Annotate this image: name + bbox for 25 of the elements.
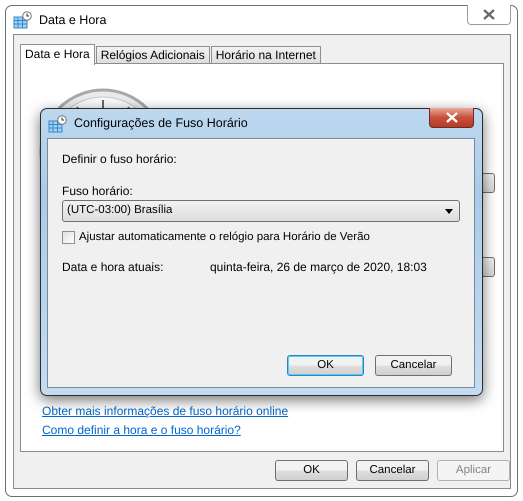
dialog-title: Configurações de Fuso Horário — [74, 115, 248, 132]
close-button[interactable] — [467, 5, 511, 25]
dialog-button[interactable]: OK — [287, 355, 364, 376]
dst-checkbox[interactable] — [62, 231, 75, 244]
help-link[interactable]: Obter mais informações de fuso horário online — [42, 402, 288, 420]
timezone-dropdown[interactable]: (UTC-03:00) Brasília — [62, 200, 460, 222]
tab[interactable]: Data e Hora — [20, 44, 95, 65]
close-icon — [482, 9, 496, 20]
calendar-clock-icon — [48, 114, 68, 132]
dialog-button[interactable]: OK — [275, 460, 348, 481]
timezone-label: Fuso horário: — [62, 183, 133, 200]
dialog-button[interactable]: Cancelar — [375, 355, 452, 376]
close-icon — [444, 112, 458, 123]
close-button[interactable] — [429, 108, 474, 128]
dropdown-arrow-icon — [445, 208, 453, 214]
dialog-button[interactable]: Cancelar — [356, 460, 429, 481]
tab[interactable]: Horário na Internet — [210, 46, 321, 64]
window-title: Data e Hora — [39, 12, 106, 29]
help-link[interactable]: Como definir a hora e o fuso horário? — [42, 421, 241, 439]
calendar-clock-icon — [13, 11, 33, 29]
tab[interactable]: Relógios Adicionais — [96, 46, 210, 64]
dialog-heading: Definir o fuso horário: — [62, 151, 177, 168]
dst-checkbox-label[interactable]: Ajustar automaticamente o relógio para Horário de Verão — [79, 229, 370, 246]
current-datetime-label: Data e hora atuais: — [62, 259, 164, 276]
current-datetime-value: quinta-feira, 26 de março de 2020, 18:03 — [210, 259, 427, 276]
